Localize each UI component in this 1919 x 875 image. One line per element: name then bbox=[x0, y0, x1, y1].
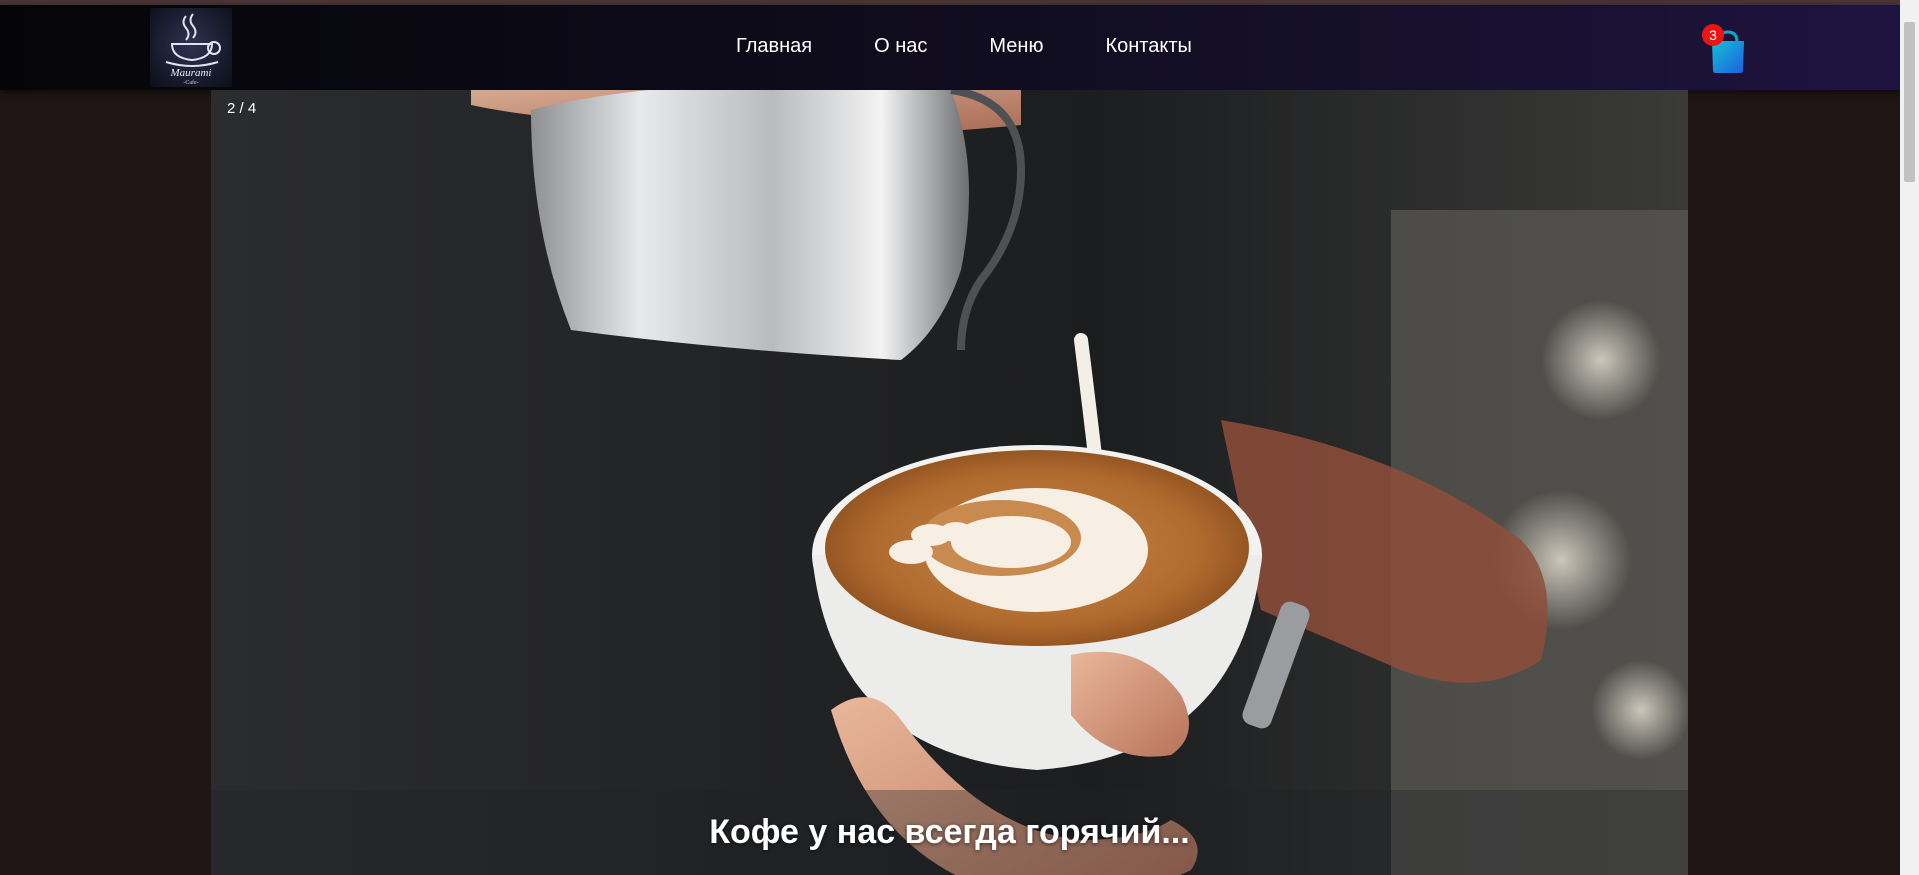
scrollbar-thumb[interactable] bbox=[1904, 22, 1915, 182]
nav-link-contacts[interactable]: Контакты bbox=[1105, 35, 1191, 58]
coffee-cup-logo-icon: Maurami -Cafe- bbox=[165, 13, 221, 86]
svg-text:-Cafe-: -Cafe- bbox=[183, 79, 198, 86]
logo[interactable]: Maurami -Cafe- bbox=[150, 8, 232, 87]
navbar: Maurami -Cafe- Главная О нас Меню Контак… bbox=[0, 5, 1900, 90]
nav-link-home[interactable]: Главная bbox=[736, 35, 812, 58]
hero-slideshow[interactable]: 2 / 4 Кофе у нас всегда горячий... bbox=[211, 90, 1688, 875]
slide-caption: Кофе у нас всегда горячий... bbox=[709, 813, 1190, 851]
main-nav: Главная О нас Меню Контакты bbox=[736, 35, 1192, 58]
slide-image bbox=[211, 90, 1688, 875]
nav-link-menu[interactable]: Меню bbox=[989, 35, 1043, 58]
cart-count-badge: 3 bbox=[1702, 24, 1724, 46]
svg-text:Maurami: Maurami bbox=[170, 67, 212, 79]
slide-counter: 2 / 4 bbox=[227, 100, 257, 117]
nav-link-about[interactable]: О нас bbox=[874, 35, 927, 58]
cart-button[interactable]: 3 bbox=[1702, 24, 1746, 74]
vertical-scrollbar[interactable] bbox=[1900, 0, 1919, 875]
